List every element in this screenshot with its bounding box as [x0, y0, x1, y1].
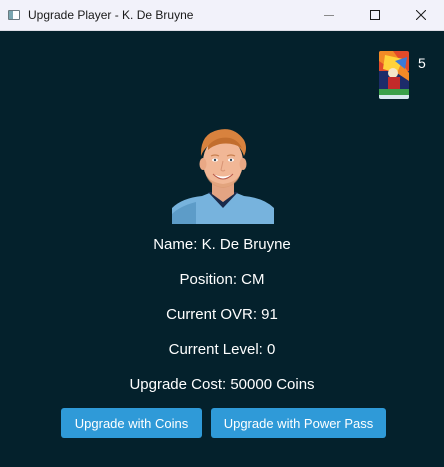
window-title: Upgrade Player - K. De Bruyne [28, 8, 194, 22]
upgrade-panel: 5 Name: K. De Bruyne Position: CM Curren… [0, 31, 444, 467]
close-button[interactable] [398, 0, 444, 30]
player-current-level: Current Level: 0 [168, 341, 276, 358]
upgrade-cost: Upgrade Cost: 50000 Coins [129, 376, 315, 393]
title-bar: Upgrade Player - K. De Bruyne [0, 0, 444, 31]
close-icon [416, 10, 426, 20]
upgrade-with-power-pass-button[interactable]: Upgrade with Power Pass [211, 408, 386, 438]
window-controls [306, 0, 444, 30]
maximize-button[interactable] [352, 0, 398, 30]
player-position: Position: CM [179, 271, 265, 288]
player-portrait [172, 122, 274, 224]
maximize-icon [370, 10, 380, 20]
power-pass-card-icon[interactable] [379, 51, 409, 99]
minimize-button[interactable] [306, 0, 352, 30]
card-count: 5 [418, 55, 426, 71]
upgrade-with-coins-button[interactable]: Upgrade with Coins [61, 408, 202, 438]
app-icon [8, 10, 20, 20]
minimize-icon [324, 15, 334, 16]
player-current-ovr: Current OVR: 91 [166, 306, 278, 323]
player-name: Name: K. De Bruyne [153, 236, 291, 253]
